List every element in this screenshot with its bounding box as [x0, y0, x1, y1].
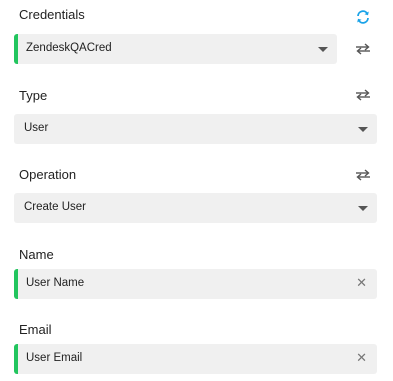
operation-label: Operation	[19, 167, 77, 182]
swap-arrows-icon[interactable]	[355, 89, 371, 101]
type-value: User	[24, 122, 49, 134]
operation-select[interactable]: Create User	[14, 193, 377, 223]
close-icon[interactable]: ✕	[356, 350, 367, 366]
name-input[interactable]: User Name ✕	[14, 269, 377, 299]
name-value: User Name	[26, 277, 85, 289]
type-select[interactable]: User	[14, 114, 377, 144]
chevron-down-icon	[358, 127, 368, 132]
credentials-select[interactable]: ZendeskQACred	[14, 34, 337, 64]
credentials-label: Credentials	[19, 7, 85, 22]
email-value: User Email	[26, 352, 83, 364]
refresh-icon[interactable]	[355, 9, 371, 25]
email-input[interactable]: User Email ✕	[14, 344, 377, 374]
swap-arrows-icon[interactable]	[355, 43, 371, 55]
type-label: Type	[19, 88, 48, 103]
chevron-down-icon	[358, 206, 368, 211]
name-label: Name	[19, 247, 54, 262]
operation-value: Create User	[24, 201, 86, 213]
close-icon[interactable]: ✕	[356, 275, 367, 291]
credentials-value: ZendeskQACred	[26, 42, 112, 54]
chevron-down-icon	[318, 47, 328, 52]
email-label: Email	[19, 322, 52, 337]
swap-arrows-icon[interactable]	[355, 169, 371, 181]
